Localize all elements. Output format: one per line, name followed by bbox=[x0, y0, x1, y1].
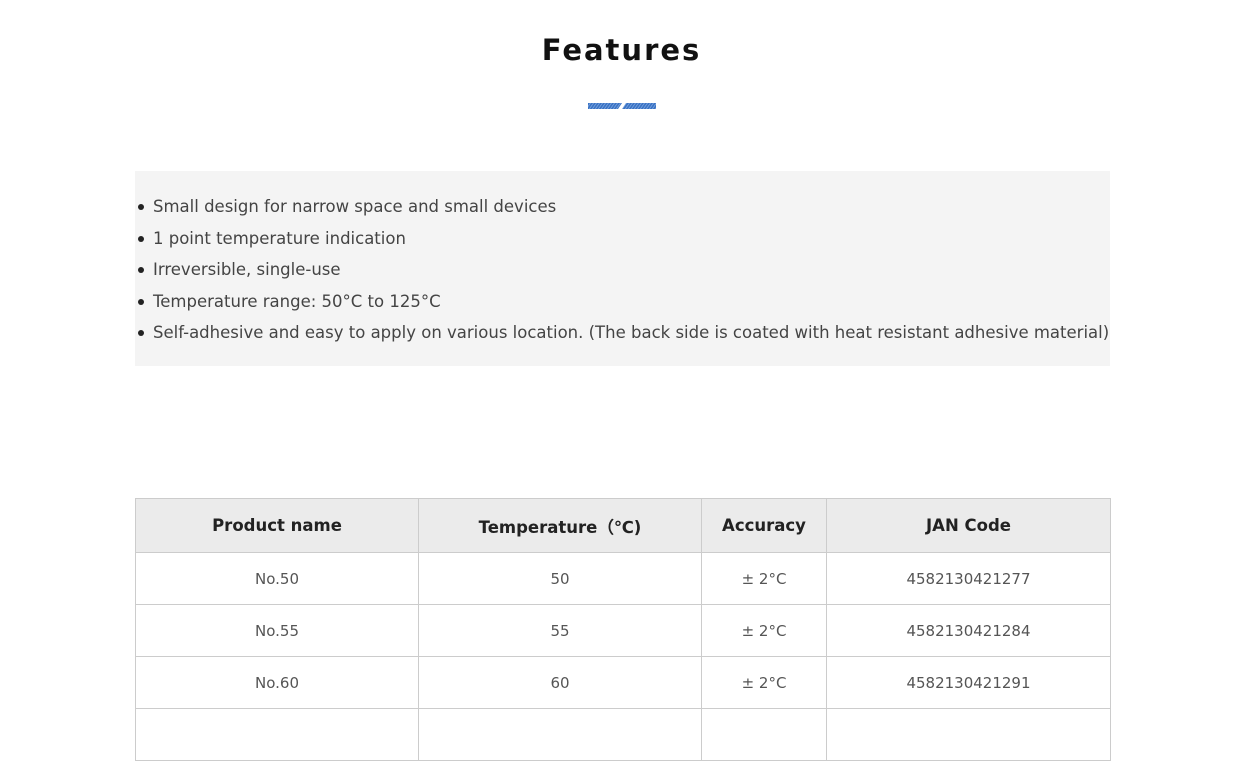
header-temperature: Temperature（℃) bbox=[418, 498, 702, 553]
feature-text: Irreversible, single-use bbox=[153, 260, 341, 279]
cell-empty bbox=[701, 708, 827, 761]
cell-temperature: 60 bbox=[418, 656, 702, 709]
table-row: No.50 50 ± 2°C 4582130421277 bbox=[135, 552, 1111, 605]
cell-temperature: 50 bbox=[418, 552, 702, 605]
table-header-row: Product name Temperature（℃) Accuracy JAN… bbox=[135, 498, 1111, 553]
feature-item: 1 point temperature indication bbox=[138, 223, 1110, 255]
feature-item: Temperature range: 50°C to 125°C bbox=[138, 286, 1110, 318]
feature-text: Temperature range: 50°C to 125°C bbox=[153, 291, 441, 311]
divider-left-segment bbox=[588, 103, 622, 109]
feature-item: Irreversible, single-use bbox=[138, 254, 1110, 286]
cell-product-name: No.50 bbox=[135, 552, 419, 605]
bullet-icon bbox=[138, 330, 144, 336]
section-title: Features bbox=[541, 33, 702, 67]
cell-jan-code: 4582130421277 bbox=[826, 552, 1111, 605]
cell-empty bbox=[135, 708, 419, 761]
bullet-icon bbox=[138, 235, 144, 242]
cell-product-name: No.55 bbox=[135, 604, 419, 657]
header-accuracy: Accuracy bbox=[701, 498, 827, 553]
feature-item: Self-adhesive and easy to apply on vario… bbox=[138, 317, 1110, 349]
table-row: No.60 60 ± 2°C 4582130421291 bbox=[135, 656, 1111, 709]
product-table: Product name Temperature（℃) Accuracy JAN… bbox=[135, 498, 1111, 761]
cell-accuracy: ± 2°C bbox=[701, 604, 827, 657]
features-list: Small design for narrow space and small … bbox=[135, 171, 1110, 349]
cell-jan-code: 4582130421291 bbox=[826, 656, 1111, 709]
title-divider bbox=[588, 103, 656, 109]
bullet-icon bbox=[138, 204, 144, 210]
header-jan-code: JAN Code bbox=[826, 498, 1111, 553]
cell-temperature: 55 bbox=[418, 604, 702, 657]
table-row bbox=[135, 708, 1111, 761]
bullet-icon bbox=[138, 298, 144, 305]
bullet-icon bbox=[138, 267, 144, 273]
cell-accuracy: ± 2°C bbox=[701, 552, 827, 605]
cell-empty bbox=[418, 708, 702, 761]
features-panel: Small design for narrow space and small … bbox=[135, 171, 1110, 366]
feature-text: Self-adhesive and easy to apply on vario… bbox=[153, 323, 1110, 342]
table-row: No.55 55 ± 2°C 4582130421284 bbox=[135, 604, 1111, 657]
feature-item: Small design for narrow space and small … bbox=[138, 191, 1110, 223]
divider-right-segment bbox=[622, 103, 656, 109]
cell-product-name: No.60 bbox=[135, 656, 419, 709]
feature-text: Small design for narrow space and small … bbox=[153, 197, 557, 216]
header-product-name: Product name bbox=[135, 498, 419, 553]
cell-accuracy: ± 2°C bbox=[701, 656, 827, 709]
cell-jan-code: 4582130421284 bbox=[826, 604, 1111, 657]
cell-empty bbox=[826, 708, 1111, 761]
feature-text: 1 point temperature indication bbox=[153, 228, 406, 248]
